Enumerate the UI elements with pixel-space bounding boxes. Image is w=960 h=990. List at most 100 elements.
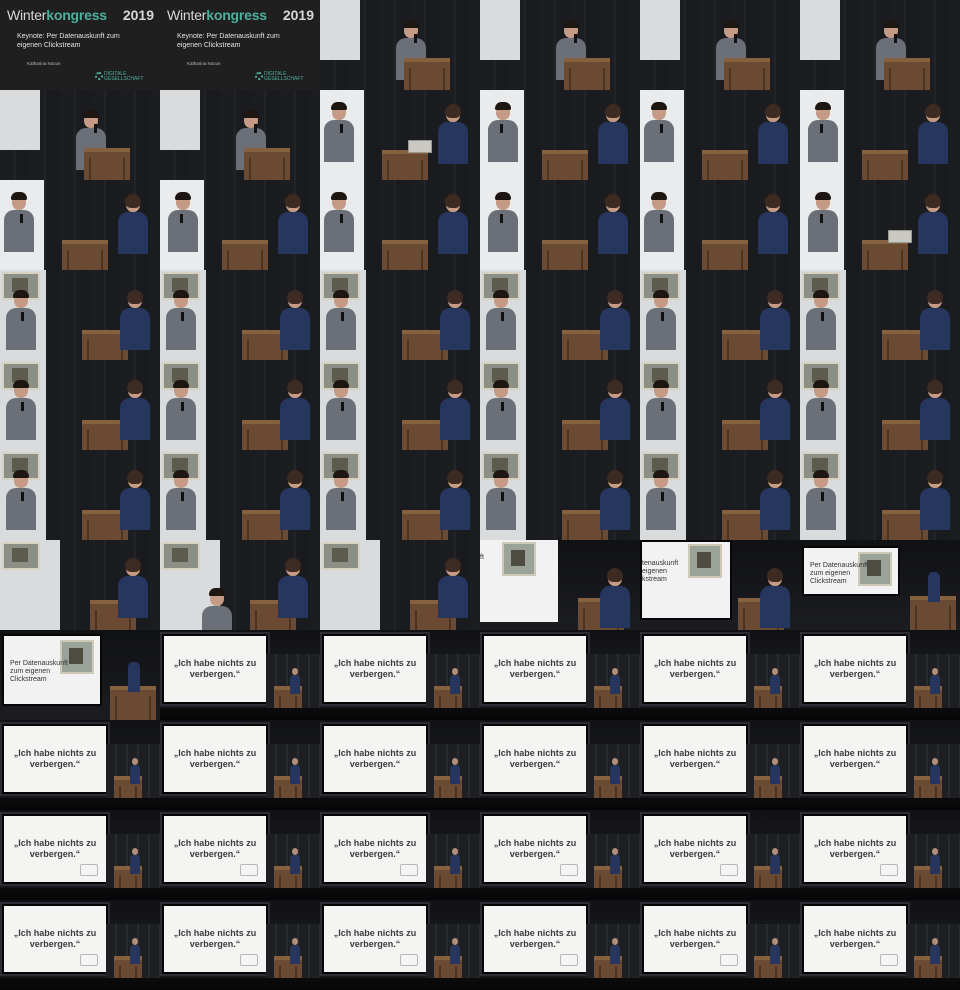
audience-heads — [160, 798, 320, 810]
projection-screen: Per Datenauskunft zum eigenen Clickstream — [802, 546, 900, 596]
audience-heads — [0, 888, 160, 900]
video-frame: „Ich habe nichts zu verbergen.“ — [800, 720, 960, 810]
speaker-man — [164, 290, 198, 350]
lectern — [244, 148, 290, 180]
video-frame: „Ich habe nichts zu verbergen.“ — [0, 720, 160, 810]
speaker-man — [2, 192, 36, 252]
video-frame — [160, 360, 320, 450]
microphone-icon — [501, 312, 504, 321]
video-frame — [800, 360, 960, 450]
projection-view: „Ich habe nichts zu verbergen.“ — [480, 900, 640, 990]
quote-line-2: verbergen.“ — [669, 669, 721, 679]
video-frame — [640, 450, 800, 540]
org-line-2: GESELLSCHAFT — [104, 76, 144, 82]
event-title-prefix: Winter — [167, 7, 207, 23]
laptop-icon — [888, 230, 912, 243]
quote-line-1: „Ich habe nichts zu — [173, 928, 257, 938]
speaker-woman — [118, 290, 152, 350]
speaker-man — [804, 290, 838, 350]
lectern — [382, 240, 428, 270]
quote-line-2: verbergen.“ — [349, 759, 401, 769]
video-frame: „Ich habe nichts zu verbergen.“ — [0, 900, 160, 990]
projection-screen: „Ich habe nichts zu verbergen.“ — [2, 814, 108, 884]
quote-line-2: verbergen.“ — [189, 759, 241, 769]
speaker-woman — [118, 380, 152, 440]
projection-screen: „Ich habe nichts zu verbergen.“ — [642, 724, 748, 794]
video-frame — [800, 180, 960, 270]
projection-screen: „Ich habe nichts zu verbergen.“ — [322, 724, 428, 794]
projection-screen: „Ich habe nichts zu verbergen.“ — [802, 814, 908, 884]
quote-line-2: verbergen.“ — [189, 669, 241, 679]
speaker-man — [804, 470, 838, 530]
microphone-icon — [894, 34, 897, 43]
talk-title: Keynote: Per Datenauskunft zum eigenen C… — [177, 33, 280, 49]
speaker-woman — [770, 758, 780, 784]
quote-line-2: verbergen.“ — [829, 669, 881, 679]
video-frame: „Ich habe nichts zu verbergen.“ — [320, 720, 480, 810]
lectern — [884, 58, 930, 90]
slide-pictogram-icon — [560, 954, 578, 966]
projection-view: „Ich habe nichts zu verbergen.“ — [480, 720, 640, 810]
microphone-icon — [181, 402, 184, 411]
video-frame — [480, 450, 640, 540]
microphone-icon — [94, 124, 97, 133]
speaker-man — [804, 380, 838, 440]
video-frame: „Ich habe nichts zu verbergen.“ — [160, 630, 320, 720]
video-frame — [0, 360, 160, 450]
projection-view: „Ich habe nichts zu verbergen.“ — [320, 630, 480, 720]
microphone-icon — [181, 312, 184, 321]
speaker-woman — [116, 194, 150, 254]
stamp-image — [688, 544, 722, 578]
projection-view: „Ich habe nichts zu verbergen.“ — [640, 630, 800, 720]
slide-quote: „Ich habe nichts zu verbergen.“ — [813, 928, 897, 950]
video-frame — [640, 360, 800, 450]
projection-screen: „Ich habe nichts zu verbergen.“ — [802, 724, 908, 794]
video-frame — [480, 360, 640, 450]
microphone-icon — [181, 492, 184, 501]
video-frame — [0, 90, 160, 180]
audience-heads — [640, 798, 800, 810]
speaker-woman — [770, 668, 780, 694]
slide-quote: „Ich habe nichts zu verbergen.“ — [653, 838, 737, 860]
slide-quote: „Ich habe nichts zu verbergen.“ — [13, 838, 97, 860]
projection-view: „Ich habe nichts zu verbergen.“ — [480, 630, 640, 720]
video-frame: „Ich habe nichts zu verbergen.“ — [320, 810, 480, 900]
speaker-woman — [758, 470, 792, 530]
audience-heads — [0, 798, 160, 810]
video-frame: „Ich habe nichts zu verbergen.“ — [480, 720, 640, 810]
projection-view: „Ich habe nichts zu verbergen.“ — [480, 810, 640, 900]
lectern — [404, 58, 450, 90]
quote-line-1: „Ich habe nichts zu — [13, 838, 97, 848]
microphone-icon — [661, 492, 664, 501]
quote-line-1: „Ich habe nichts zu — [333, 838, 417, 848]
speaker-woman — [116, 558, 150, 618]
speaker-man — [806, 102, 840, 162]
speaker-woman — [290, 848, 300, 874]
speaker-woman — [290, 938, 300, 964]
quote-line-2: verbergen.“ — [349, 669, 401, 679]
microphone-icon — [180, 214, 183, 223]
projection-screen: „Ich habe nichts zu verbergen.“ — [2, 724, 108, 794]
slide-title-line-3: Clickstream — [10, 676, 47, 683]
speaker-woman — [290, 758, 300, 784]
slide-pictogram-icon — [880, 864, 898, 876]
stamp-image — [2, 542, 40, 570]
lectern — [382, 150, 428, 180]
slide-quote: „Ich habe nichts zu verbergen.“ — [813, 838, 897, 860]
video-frame: „Ich habe nichts zu verbergen.“ — [160, 900, 320, 990]
microphone-icon — [661, 402, 664, 411]
slide-quote: „Ich habe nichts zu verbergen.“ — [653, 928, 737, 950]
projection-view: „Ich habe nichts zu verbergen.“ — [0, 810, 160, 900]
projection-view: „Ich habe nichts zu verbergen.“ — [800, 810, 960, 900]
audience-heads — [800, 798, 960, 810]
org-logo-icon — [95, 72, 103, 80]
projection-view: ft — [480, 540, 640, 630]
event-title: Winterkongress — [167, 7, 267, 23]
speaker-woman — [450, 848, 460, 874]
projection-screen: „Ich habe nichts zu verbergen.“ — [802, 634, 908, 704]
video-frame — [320, 0, 480, 90]
video-frame: „Ich habe nichts zu verbergen.“ — [640, 720, 800, 810]
slide-quote: „Ich habe nichts zu verbergen.“ — [653, 658, 737, 680]
projection-view: „Ich habe nichts zu verbergen.“ — [160, 630, 320, 720]
event-title-suffix: kongress — [46, 7, 107, 23]
